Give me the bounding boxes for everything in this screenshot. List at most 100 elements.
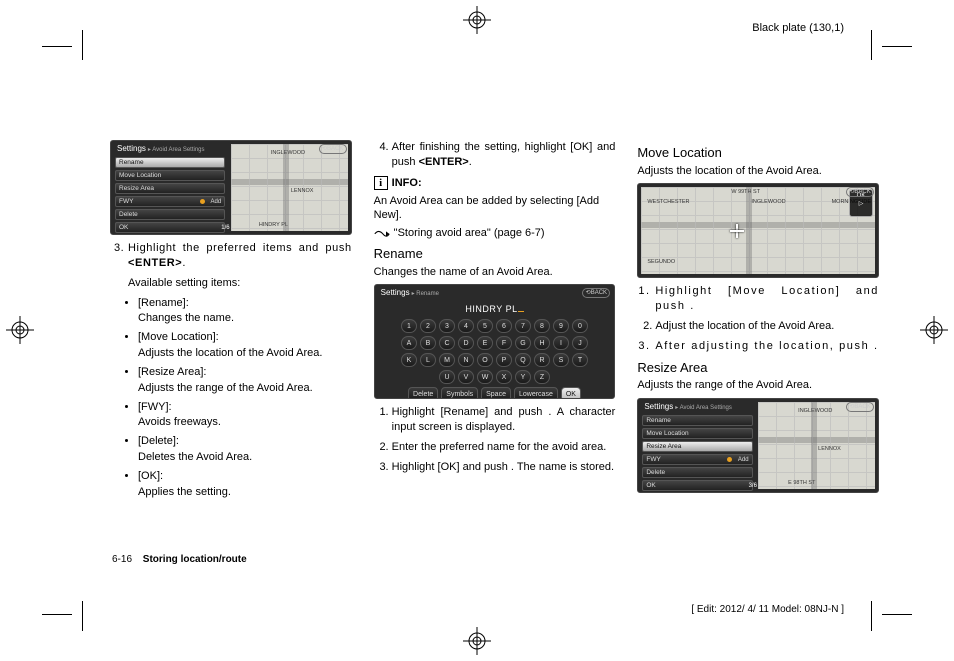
- reference-icon: [374, 229, 390, 239]
- map-label: W 99TH ST: [731, 189, 760, 196]
- move-location-subtext: Adjusts the location of the Avoid Area.: [637, 164, 879, 179]
- column-2: After finishing the setting, highlight […: [374, 140, 616, 504]
- info-label: INFO:: [392, 176, 422, 191]
- move-location-heading: Move Location: [637, 144, 879, 162]
- map-label: INGLEWOOD: [798, 408, 832, 415]
- menu-item: Resize Area: [642, 441, 752, 452]
- keyboard-key: U: [439, 370, 455, 384]
- keyboard-key: 5: [477, 319, 493, 333]
- back-button: ⟲BACK: [846, 402, 874, 412]
- registration-mark: [6, 316, 34, 344]
- menu-item: Move Location: [115, 170, 225, 181]
- screenshot-title: Settings▸ Avoid Area Settings: [117, 144, 205, 155]
- edit-metadata: [ Edit: 2012/ 4/ 11 Model: 08NJ-N ]: [691, 604, 844, 615]
- step-3: Highlight the preferred items and push <…: [128, 241, 352, 271]
- keyboard-key: S: [553, 353, 569, 367]
- black-plate-label: Black plate (130,1): [752, 22, 844, 34]
- keyboard-key: I: [553, 336, 569, 350]
- keyboard-screenshot: Settings▸ Rename ⟲BACK HINDRY PL 1234567…: [374, 284, 616, 399]
- back-button: ⟲BACK: [319, 144, 347, 154]
- keyboard-key: 8: [534, 319, 550, 333]
- map-label: LENNOX: [818, 446, 841, 453]
- screenshot-title: Settings▸ Rename: [381, 288, 439, 299]
- keyboard-key: 6: [496, 319, 512, 333]
- crop-mark: [871, 601, 872, 631]
- column-1: INGLEWOOD LENNOX HINDRY PL Settings▸ Avo…: [110, 140, 352, 504]
- rename-step: Highlight [Rename] and push . A characte…: [392, 405, 616, 435]
- crop-mark: [42, 614, 72, 615]
- settings-screenshot-resize: INGLEWOOD LENNOX E 98TH ST Settings▸ Avo…: [637, 398, 879, 493]
- keyboard-key: T: [572, 353, 588, 367]
- setting-item: [FWY]:Avoids freeways.: [138, 400, 352, 431]
- keyboard-key: B: [420, 336, 436, 350]
- keyboard-key: OK: [561, 387, 581, 399]
- resize-area-heading: Resize Area: [637, 359, 879, 377]
- crop-mark: [882, 46, 912, 47]
- menu-item: Rename: [115, 157, 225, 168]
- rename-subtext: Changes the name of an Avoid Area.: [374, 265, 616, 280]
- move-step: Highlight [Move Location] and push .: [655, 284, 879, 314]
- setting-item: [Delete]:Deletes the Avoid Area.: [138, 434, 352, 465]
- input-value: HINDRY PL: [375, 303, 615, 315]
- manual-page: Black plate (130,1) INGLEWOOD LENNOX HIN…: [0, 0, 954, 661]
- info-heading: i INFO:: [374, 176, 616, 191]
- keyboard-key: K: [401, 353, 417, 367]
- keyboard-key: O: [477, 353, 493, 367]
- crop-mark: [871, 30, 872, 60]
- menu-item: OK: [642, 480, 752, 491]
- keyboard-key: Z: [534, 370, 550, 384]
- keyboard-key: C: [439, 336, 455, 350]
- back-button: ⟲BACK: [846, 187, 874, 197]
- menu-item: Rename: [642, 415, 752, 426]
- keyboard-key: Delete: [408, 387, 438, 399]
- menu-item: Resize Area: [115, 183, 225, 194]
- keyboard-key: F: [496, 336, 512, 350]
- keyboard-key: X: [496, 370, 512, 384]
- crop-mark: [82, 601, 83, 631]
- setting-item: [Move Location]:Adjusts the location of …: [138, 330, 352, 361]
- keyboard-key: M: [439, 353, 455, 367]
- keyboard-key: 1: [401, 319, 417, 333]
- keyboard-key: E: [477, 336, 493, 350]
- keyboard-key: N: [458, 353, 474, 367]
- map-label: HINDRY PL: [259, 222, 288, 229]
- map-label: E 98TH ST: [788, 480, 815, 487]
- crop-mark: [42, 46, 72, 47]
- crop-mark: [82, 30, 83, 60]
- keyboard-key: 3: [439, 319, 455, 333]
- keyboard-key: Space: [481, 387, 511, 399]
- keyboard-key: 9: [553, 319, 569, 333]
- keyboard-key: 4: [458, 319, 474, 333]
- map-label: INGLEWOOD: [271, 150, 305, 157]
- setting-item: [Rename]:Changes the name.: [138, 296, 352, 327]
- registration-mark: [463, 627, 491, 655]
- info-body: An Avoid Area can be added by selecting …: [374, 194, 616, 224]
- keyboard-key: 0: [572, 319, 588, 333]
- keyboard-key: Q: [515, 353, 531, 367]
- step-4: After finishing the setting, highlight […: [392, 140, 616, 170]
- keyboard-key: Y: [515, 370, 531, 384]
- move-step: After adjusting the location, push .: [655, 339, 879, 354]
- keyboard-key: G: [515, 336, 531, 350]
- move-step: Adjust the location of the Avoid Area.: [655, 319, 879, 334]
- move-location-screenshot: WESTCHESTER INGLEWOOD MORNINGSIDE SEGUND…: [637, 183, 879, 278]
- keyboard-key: R: [534, 353, 550, 367]
- keyboard-key: 2: [420, 319, 436, 333]
- rename-heading: Rename: [374, 245, 616, 263]
- menu-item: FWYAdd: [642, 454, 752, 465]
- screenshot-title: Settings▸ Avoid Area Settings: [644, 402, 732, 413]
- keyboard-key: D: [458, 336, 474, 350]
- menu-item: FWYAdd: [115, 196, 225, 207]
- setting-item: [OK]:Applies the setting.: [138, 469, 352, 500]
- keyboard-key: Symbols: [441, 387, 478, 399]
- keyboard-key: W: [477, 370, 493, 384]
- info-icon: i: [374, 176, 388, 190]
- rename-step: Enter the preferred name for the avoid a…: [392, 440, 616, 455]
- keyboard-key: J: [572, 336, 588, 350]
- menu-item: Move Location: [642, 428, 752, 439]
- keyboard-key: 7: [515, 319, 531, 333]
- keyboard-key: Lowercase: [514, 387, 558, 399]
- column-3: Move Location Adjusts the location of th…: [637, 140, 879, 504]
- resize-area-subtext: Adjusts the range of the Avoid Area.: [637, 378, 879, 393]
- map-label: INGLEWOOD: [751, 199, 785, 206]
